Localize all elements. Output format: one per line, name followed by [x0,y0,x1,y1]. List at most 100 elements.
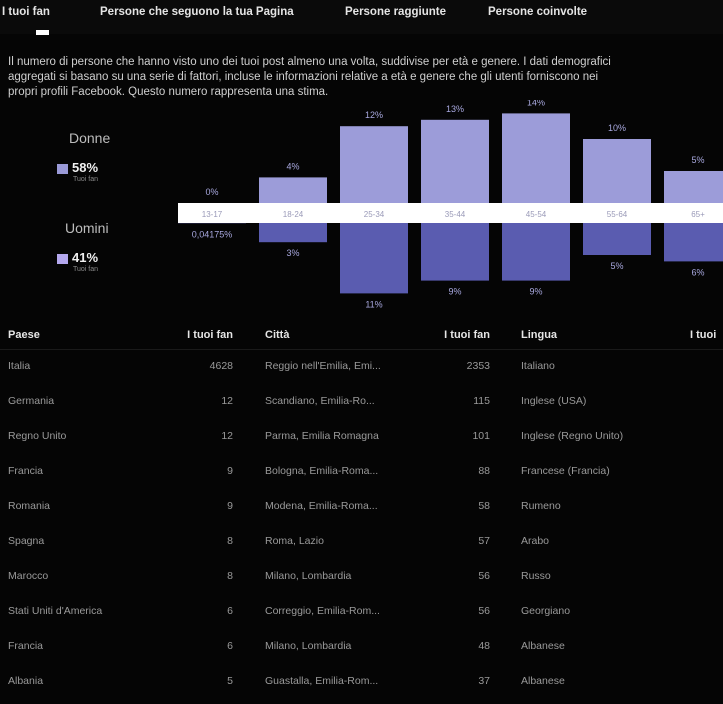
country-fans-cell: 8 [227,570,233,582]
women-bar[interactable] [421,119,489,203]
country-cell: Spagna [8,535,45,547]
city-cell: Reggio nell'Emilia, Emi... [265,360,381,372]
country-fans-cell: 12 [221,395,233,407]
country-cell: Francia [8,640,44,652]
country-cell: Romania [8,500,51,512]
men-bar[interactable] [502,223,570,281]
table-row[interactable]: Francia 9 Bologna, Emilia-Roma... 88 Frances… [0,455,723,490]
table-row[interactable]: Regno Unito 12 Parma, Emilia Romagna 101 Ing… [0,420,723,455]
language-header[interactable]: Lingua [521,329,557,341]
age-tick-label: 45-54 [526,210,547,219]
men-value-label: 6% [691,267,704,277]
city-cell: Guastalla, Emilia-Rom... [265,675,379,687]
language-cell: Arabo [521,535,550,547]
city-cell: Scandiano, Emilia-Ro... [265,395,375,407]
city-cell: Correggio, Emilia-Rom... [265,605,380,617]
language-cell: Rumeno [521,500,561,512]
tab-people-engaged[interactable]: Persone coinvolte [488,6,587,18]
table-row[interactable]: Francia 6 Milano, Lombardia 48 Albanese [0,630,723,665]
description-line: propri profili Facebook. Questo numero r… [8,86,329,98]
table-row[interactable]: Spagna 8 Roma, Lazio 57 Arabo [0,525,723,560]
table-row[interactable]: Stati Uniti d'America 6 Correggio, Emilia-… [0,595,723,630]
men-bar[interactable] [664,223,723,262]
country-fans-cell: 5 [227,675,233,687]
women-value-label: 4% [286,161,299,171]
city-fans-cell: 48 [478,640,490,652]
country-cell: Albania [8,675,44,687]
city-fans-cell: 57 [478,535,490,547]
table-row[interactable]: Albania 5 Guastalla, Emilia-Rom... 37 Albane… [0,665,723,700]
language-cell: Inglese (Regno Unito) [521,430,624,442]
city-fans-cell: 58 [478,500,490,512]
country-cell: Germania [8,395,55,407]
women-bar[interactable] [259,177,327,203]
city-cell: Roma, Lazio [265,535,324,547]
city-fans-cell: 88 [478,465,490,477]
age-tick-label: 13-17 [202,210,223,219]
country-cell: Regno Unito [8,430,67,442]
tab-your-fans[interactable]: I tuoi fan [2,6,50,18]
city-fans-cell: 2353 [466,360,490,372]
men-value-label: 9% [448,287,461,297]
city-fans-cell: 101 [472,430,490,442]
language-fans-header[interactable]: I tuoi [690,329,716,341]
country-fans-cell: 8 [227,535,233,547]
country-fans-cell: 12 [221,430,233,442]
city-fans-cell: 37 [478,675,490,687]
tab-page-followers[interactable]: Persone che seguono la tua Pagina [100,6,294,18]
city-fans-cell: 115 [473,395,490,407]
demographics-table: Paese I tuoi fan Città I tuoi fan Lingua… [0,322,723,704]
men-value-label: 9% [529,287,542,297]
city-header[interactable]: Città [265,329,289,341]
men-bar[interactable] [421,223,489,281]
country-fans-header[interactable]: I tuoi fan [175,329,233,341]
country-fans-cell: 9 [227,465,233,477]
women-value-label: 13% [446,104,464,114]
city-cell: Modena, Emilia-Roma... [265,500,378,512]
language-cell: Georgiano [521,605,571,617]
city-fans-cell: 56 [478,570,490,582]
age-tick-label: 18-24 [283,210,304,219]
city-fans-cell: 56 [478,605,490,617]
country-cell: Marocco [8,570,49,582]
women-bar[interactable] [583,139,651,203]
men-bar[interactable] [340,223,408,294]
women-bar[interactable] [340,126,408,203]
table-row[interactable]: Italia 4628 Reggio nell'Emilia, Emi... 2353… [0,350,723,385]
men-value-label: 11% [365,299,382,309]
women-value-label: 5% [691,155,704,165]
description-line: Il numero di persone che hanno visto uno… [8,56,611,68]
women-value-label: 0% [205,187,218,197]
age-tick-label: 25-34 [364,210,385,219]
women-bar[interactable] [502,113,570,203]
table-row[interactable]: Germania 12 Scandiano, Emilia-Ro... 115 Ingl… [0,385,723,420]
language-cell: Francese (Francia) [521,465,610,477]
city-fans-header[interactable]: I tuoi fan [430,329,490,341]
city-cell: Milano, Lombardia [265,570,352,582]
language-cell: Russo [521,570,551,582]
country-cell: Francia [8,465,44,477]
men-value-label: 3% [286,248,299,258]
city-cell: Bologna, Emilia-Roma... [265,465,379,477]
language-cell: Inglese (USA) [521,395,587,407]
age-gender-chart: 13-17 0% 0,04175% 18-24 4% 3% 25-34 12% 11% 35-44… [178,100,723,309]
table-row[interactable]: Marocco 8 Milano, Lombardia 56 Russo [0,560,723,595]
women-bar[interactable] [664,171,723,203]
men-value-label: 5% [610,261,623,271]
city-cell: Parma, Emilia Romagna [265,430,379,442]
women-value-label: 14% [527,100,545,107]
table-row[interactable]: Romania 9 Modena, Emilia-Roma... 58 Rumeno [0,490,723,525]
age-tick-label: 35-44 [445,210,466,219]
active-tab-indicator [36,30,49,35]
country-fans-cell: 4628 [209,360,233,372]
men-bar[interactable] [259,223,327,243]
city-cell: Milano, Lombardia [265,640,352,652]
country-header[interactable]: Paese [8,329,40,341]
age-tick-label: 65+ [691,210,705,219]
women-value-label: 10% [608,123,626,133]
description-line: aggregati si basano su una serie di fatt… [8,71,599,83]
tab-people-reached[interactable]: Persone raggiunte [345,6,446,18]
men-value-label: 0,04175% [192,229,233,239]
men-bar[interactable] [583,223,651,255]
women-value-label: 12% [365,110,383,120]
